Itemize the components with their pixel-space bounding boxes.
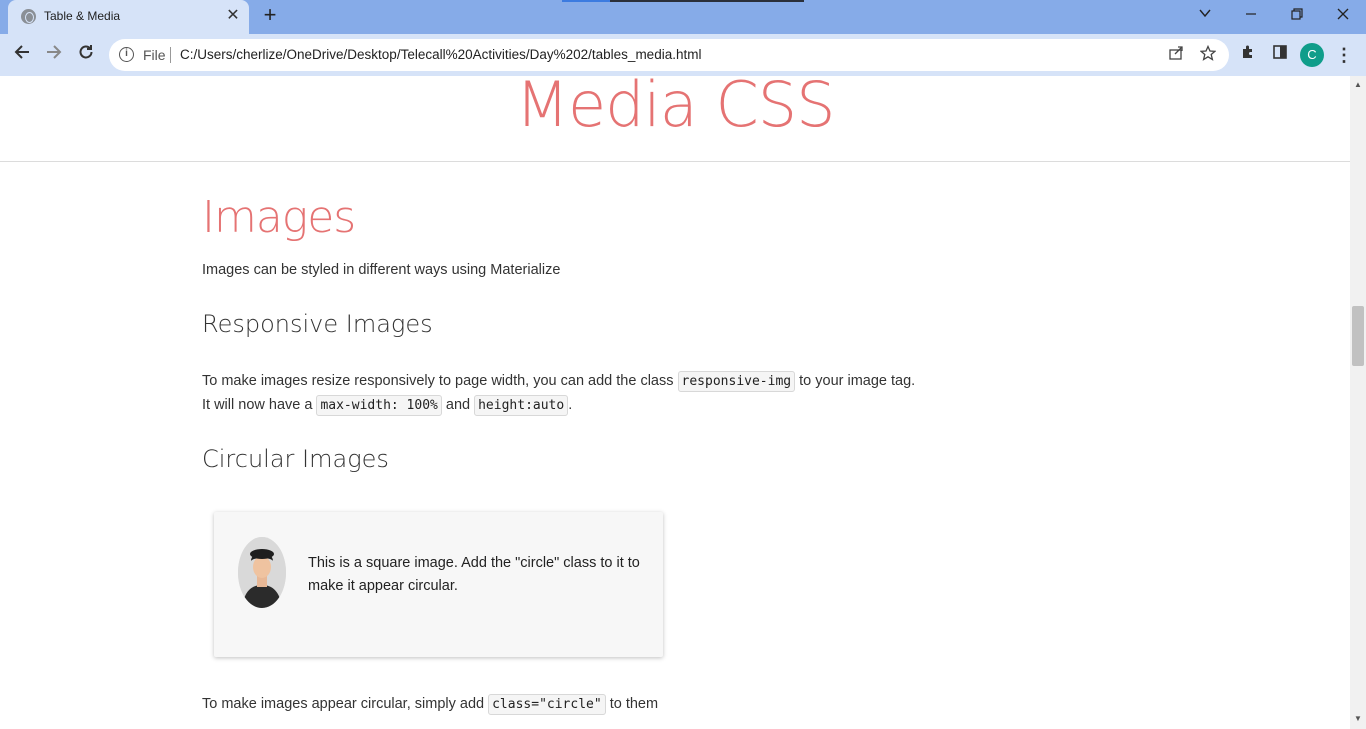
scroll-up-icon[interactable]: ▲ (1350, 78, 1366, 92)
images-intro-text: Images can be styled in different ways u… (202, 262, 561, 278)
page-header: Media CSS (0, 76, 1350, 162)
circular-note-text: To make images appear circular, simply a… (202, 692, 658, 717)
responsive-text-1: To make images resize responsively to pa… (202, 373, 678, 389)
page-viewport: Media CSS Images Images can be styled in… (0, 76, 1350, 729)
circular-note-after: to them (605, 696, 659, 712)
address-bar[interactable]: i File C:/Users/cherlize/OneDrive/Deskto… (109, 39, 1229, 71)
browser-tab[interactable]: Table & Media ✕ (8, 0, 249, 34)
tab-strip-indicator (562, 0, 804, 2)
minimize-icon[interactable] (1238, 4, 1264, 26)
responsive-text-5: . (568, 397, 573, 413)
responsive-text-4: and (441, 397, 475, 413)
scroll-down-icon[interactable]: ▼ (1350, 712, 1366, 726)
code-class-circle: class="circle" (488, 694, 606, 715)
section-heading-images: Images (202, 192, 356, 243)
omnibox-divider (170, 47, 171, 63)
page-title: Media CSS (515, 76, 836, 141)
reload-icon[interactable] (73, 43, 99, 67)
more-menu-icon[interactable]: ⋮ (1335, 43, 1353, 67)
tab-search-icon[interactable] (1192, 4, 1218, 26)
tab-title: Table & Media (44, 9, 121, 23)
globe-icon (21, 9, 36, 24)
browser-toolbar: i File C:/Users/cherlize/OneDrive/Deskto… (0, 34, 1366, 76)
responsive-images-heading: Responsive Images (202, 310, 433, 338)
circular-avatar-image (238, 537, 286, 608)
site-info-icon[interactable]: i (119, 47, 134, 62)
bookmark-star-icon[interactable] (1198, 44, 1218, 65)
profile-avatar[interactable]: C (1300, 43, 1324, 67)
restore-icon[interactable] (1284, 4, 1310, 26)
scrollbar-thumb[interactable] (1352, 306, 1364, 366)
extensions-icon[interactable] (1237, 44, 1259, 66)
code-responsive-img: responsive-img (677, 371, 796, 392)
close-tab-icon[interactable]: ✕ (224, 7, 242, 25)
responsive-paragraph-line-2: It will now have a max-width: 100% and h… (202, 393, 572, 418)
tab-bar: Table & Media ✕ + (0, 0, 1366, 34)
back-icon[interactable] (9, 43, 35, 67)
side-panel-icon[interactable] (1269, 44, 1291, 66)
responsive-paragraph-line-1: To make images resize responsively to pa… (202, 369, 915, 394)
share-icon[interactable] (1166, 45, 1186, 65)
circular-note-before: To make images appear circular, simply a… (202, 696, 489, 712)
url-text[interactable]: C:/Users/cherlize/OneDrive/Desktop/Telec… (180, 47, 701, 62)
responsive-text-3: It will now have a (202, 397, 317, 413)
card-description: This is a square image. Add the "circle"… (308, 555, 640, 594)
circular-image-card: This is a square image. Add the "circle"… (214, 512, 663, 657)
code-height-auto: height:auto (474, 395, 569, 416)
close-window-icon[interactable] (1330, 4, 1356, 26)
responsive-text-2: to your image tag. (795, 373, 916, 389)
code-max-width: max-width: 100% (316, 395, 442, 416)
new-tab-button[interactable]: + (259, 4, 281, 27)
file-label: File (143, 47, 166, 63)
circular-images-heading: Circular Images (202, 445, 389, 473)
vertical-scrollbar[interactable]: ▲ ▼ (1350, 76, 1366, 729)
forward-icon[interactable] (41, 43, 67, 67)
